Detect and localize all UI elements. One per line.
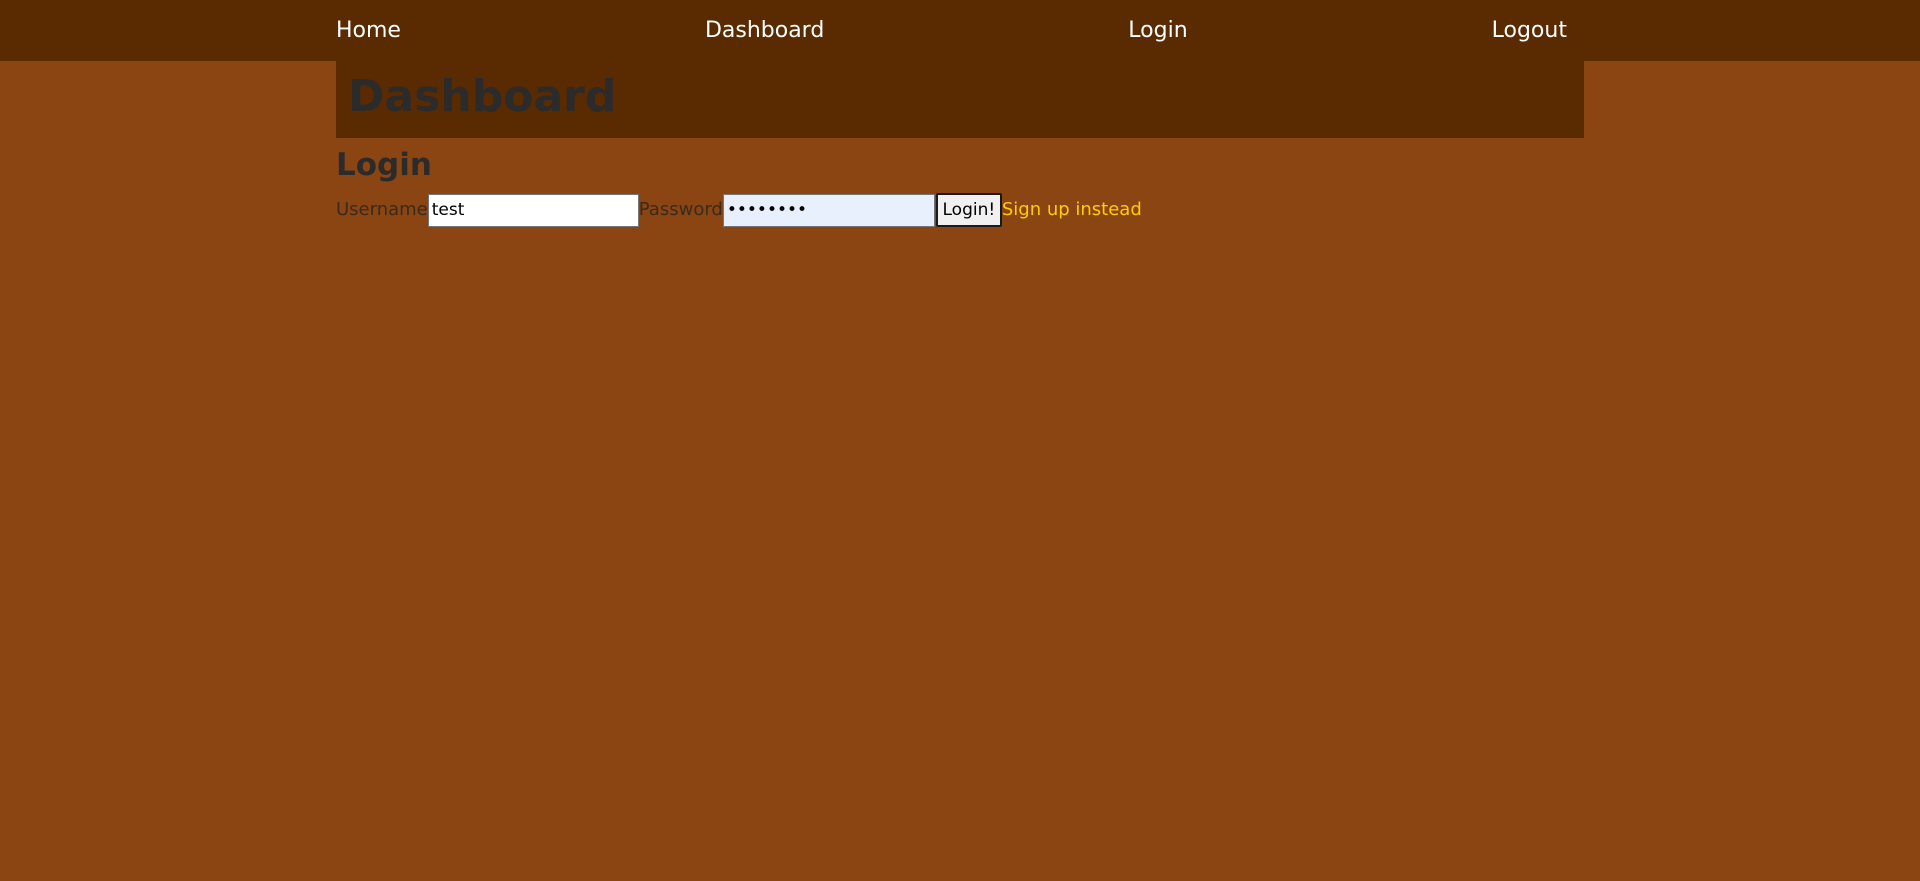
- page-header: Dashboard: [336, 61, 1584, 138]
- page-title: Dashboard: [348, 71, 617, 122]
- login-form: Username Password Login! Sign up instead: [336, 193, 1142, 227]
- sign-up-link[interactable]: Sign up instead: [1002, 201, 1142, 219]
- username-label: Username: [336, 199, 428, 220]
- nav-dashboard-link[interactable]: Dashboard: [705, 19, 824, 42]
- login-submit-button[interactable]: Login!: [935, 193, 1002, 227]
- username-input[interactable]: [427, 193, 639, 227]
- nav-logout-link[interactable]: Logout: [1492, 19, 1567, 42]
- password-input[interactable]: [722, 193, 935, 227]
- nav-login-link[interactable]: Login: [1128, 19, 1187, 42]
- login-heading: Login: [336, 147, 432, 183]
- nav-home-link[interactable]: Home: [336, 19, 401, 42]
- main-nav: Home Dashboard Login Logout: [336, 0, 1567, 61]
- password-label: Password: [638, 199, 723, 220]
